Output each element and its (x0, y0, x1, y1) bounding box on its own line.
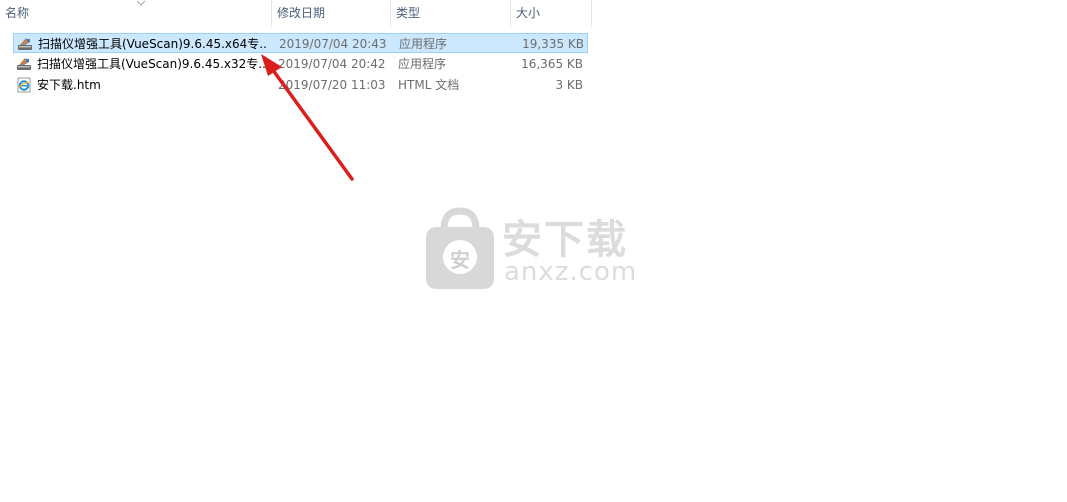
file-type: 应用程序 (398, 57, 447, 71)
file-size: 3 KB (555, 78, 583, 92)
column-header-name-label: 名称 (5, 6, 30, 20)
file-type: HTML 文档 (398, 78, 460, 92)
scanner-app-icon (18, 38, 32, 50)
file-name: 扫描仪增强工具(VueScan)9.6.45.x32专... (37, 57, 265, 71)
file-name: 安下载.htm (37, 78, 101, 92)
html-document-icon (17, 77, 31, 93)
column-separator[interactable] (591, 0, 592, 27)
file-type: 应用程序 (399, 37, 448, 51)
watermark-logo: 安 安下载 anxz.com (424, 207, 640, 291)
scanner-app-icon (17, 58, 31, 70)
column-header-name[interactable]: 名称 (0, 0, 272, 27)
file-row[interactable]: 扫描仪增强工具(VueScan)9.6.45.x64专... 2019/07/0… (13, 33, 588, 53)
watermark-en: anxz.com (504, 257, 638, 287)
file-date: 2019/07/20 11:03 (278, 78, 386, 92)
watermark-badge: 安 (450, 248, 470, 272)
column-header: 名称 修改日期 类型 大小 (0, 0, 592, 27)
file-row[interactable]: 安下载.htm 2019/07/20 11:03 HTML 文档 3 KB (13, 75, 588, 95)
file-size: 16,365 KB (521, 57, 583, 71)
column-header-type-label: 类型 (396, 6, 421, 20)
file-date: 2019/07/04 20:43 (279, 37, 387, 51)
column-header-date-label: 修改日期 (277, 6, 326, 20)
file-row[interactable]: 扫描仪增强工具(VueScan)9.6.45.x32专... 2019/07/0… (13, 54, 588, 74)
sort-ascending-icon (136, 0, 146, 6)
file-date: 2019/07/04 20:42 (278, 57, 386, 71)
column-header-size-label: 大小 (516, 6, 541, 20)
file-name: 扫描仪增强工具(VueScan)9.6.45.x64专... (38, 37, 266, 51)
column-header-size[interactable]: 大小 (511, 0, 592, 27)
column-header-date[interactable]: 修改日期 (272, 0, 391, 27)
file-size: 19,335 KB (522, 37, 584, 51)
column-header-type[interactable]: 类型 (391, 0, 511, 27)
